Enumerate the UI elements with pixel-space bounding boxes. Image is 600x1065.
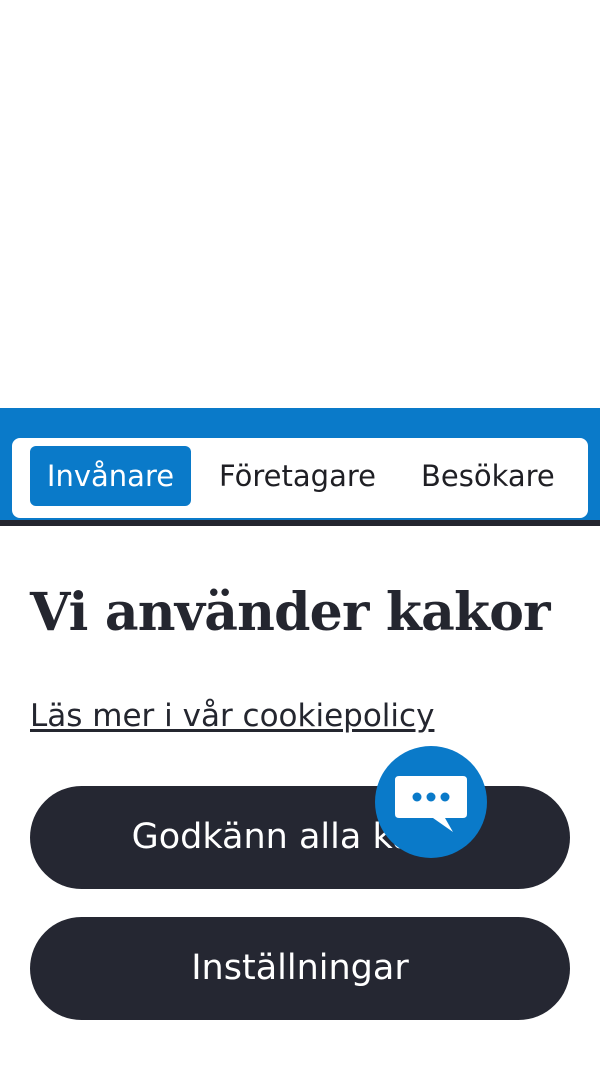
audience-navigation: Invånare Företagare Besökare <box>0 408 600 520</box>
accept-all-cookies-button[interactable]: Godkänn alla kakor <box>30 786 570 889</box>
tab-foretagare[interactable]: Företagare <box>219 446 389 506</box>
chat-button[interactable] <box>375 746 487 858</box>
tab-besokare[interactable]: Besökare <box>421 446 571 506</box>
chat-bubble-icon <box>395 776 467 832</box>
audience-tab-list: Invånare Företagare Besökare <box>12 438 588 518</box>
content-area <box>0 0 600 408</box>
cookie-title: Vi använder kakor <box>30 582 550 643</box>
cookie-policy-link[interactable]: Läs mer i vår cookiepolicy <box>30 696 434 736</box>
page: Invånare Företagare Besökare Vi använder… <box>0 0 600 1065</box>
tab-invanare[interactable]: Invånare <box>30 446 191 506</box>
cookie-banner: Vi använder kakor Läs mer i vår cookiepo… <box>0 526 600 1065</box>
cookie-settings-button[interactable]: Inställningar <box>30 917 570 1020</box>
